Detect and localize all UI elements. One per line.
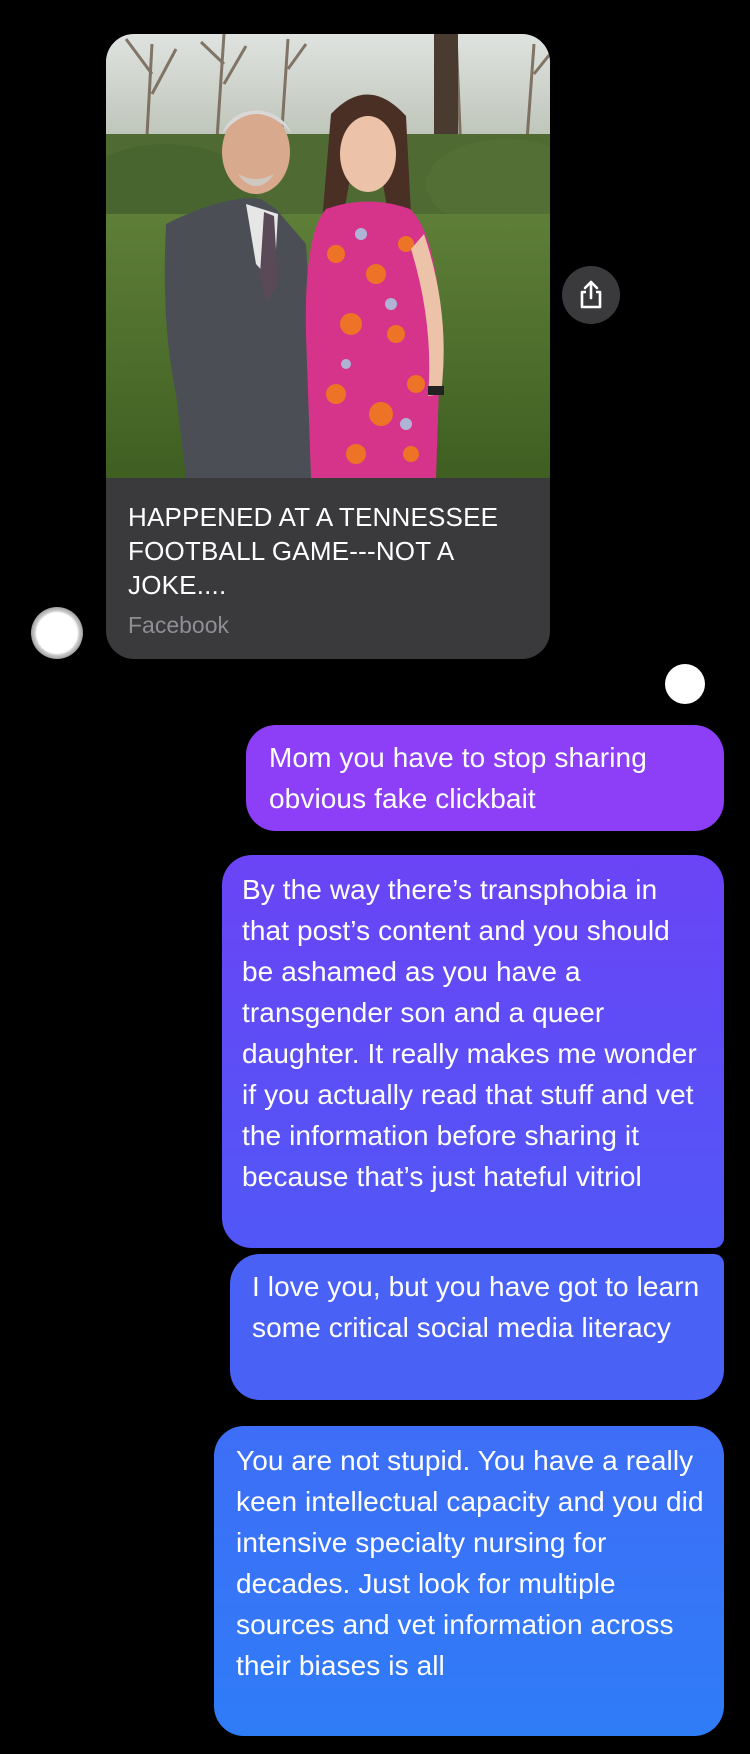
share-icon xyxy=(580,280,602,309)
contact-avatar[interactable] xyxy=(31,607,83,659)
message-bubble[interactable]: You are not stupid. You have a really ke… xyxy=(214,1426,724,1736)
message-text: By the way there’s transphobia in that p… xyxy=(242,874,697,1192)
message-text: Mom you have to stop sharing obvious fak… xyxy=(269,742,647,814)
share-button[interactable] xyxy=(562,266,620,324)
read-receipt-avatar xyxy=(665,664,705,704)
shared-link-card[interactable]: HAPPENED AT A TENNESSEE FOOTBALL GAME---… xyxy=(106,34,550,659)
message-bubble[interactable]: I love you, but you have got to learn so… xyxy=(230,1254,724,1400)
message-bubble[interactable]: By the way there’s transphobia in that p… xyxy=(222,855,724,1248)
link-title: HAPPENED AT A TENNESSEE FOOTBALL GAME---… xyxy=(128,502,499,600)
link-preview-photo xyxy=(106,34,550,478)
message-text: You are not stupid. You have a really ke… xyxy=(236,1445,704,1681)
message-text: I love you, but you have got to learn so… xyxy=(252,1271,700,1343)
link-source: Facebook xyxy=(128,612,230,638)
message-bubble[interactable]: Mom you have to stop sharing obvious fak… xyxy=(246,725,724,831)
